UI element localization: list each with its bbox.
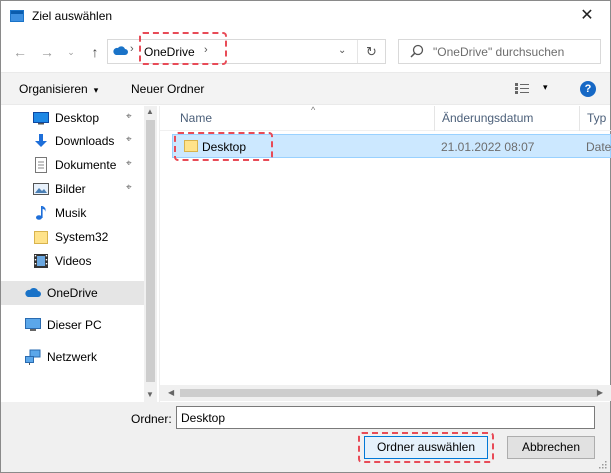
organize-button[interactable]: Organisieren ▾ xyxy=(19,82,98,96)
sidebar-item-label: OneDrive xyxy=(47,286,98,300)
search-icon xyxy=(410,44,424,58)
breadcrumb-separator[interactable]: › xyxy=(130,43,134,55)
organize-label: Organisieren xyxy=(19,82,88,96)
navigation-bar: ← → ⌄ ↑ › OneDrive › ⌄ ↻ xyxy=(1,32,610,72)
sidebar-item-label: Desktop xyxy=(55,111,100,125)
file-type: Datei xyxy=(586,140,611,154)
scroll-right-icon[interactable]: ▶ xyxy=(597,388,603,397)
search-input[interactable] xyxy=(433,43,598,61)
sidebar-item-netzwerk[interactable]: Netzwerk xyxy=(1,345,144,369)
sidebar-item-dieser-pc[interactable]: Dieser PC xyxy=(1,313,144,337)
forward-button[interactable]: → xyxy=(37,41,57,63)
navigation-pane: Desktop ⌖ Downloads ⌖ Dokumente ⌖ Bilder… xyxy=(1,106,158,402)
back-button[interactable]: ← xyxy=(10,41,30,63)
download-icon xyxy=(35,134,47,147)
up-button[interactable]: ↑ xyxy=(85,41,105,63)
sidebar-item-desktop[interactable]: Desktop ⌖ xyxy=(1,106,144,130)
sidebar-item-onedrive[interactable]: OneDrive xyxy=(1,281,144,305)
scroll-left-icon[interactable]: ◀ xyxy=(168,388,174,397)
pin-icon: ⌖ xyxy=(126,134,132,145)
sidebar-item-label: Dieser PC xyxy=(47,318,102,332)
scroll-thumb[interactable] xyxy=(146,120,155,382)
cloud-icon xyxy=(25,287,41,297)
sidebar-item-label: Musik xyxy=(55,206,87,220)
column-header-name[interactable]: Name ^ xyxy=(173,105,435,131)
sidebar-item-label: System32 xyxy=(55,230,109,244)
refresh-button[interactable]: ↻ xyxy=(357,40,385,63)
scroll-up-icon[interactable]: ▲ xyxy=(146,107,154,116)
address-dropdown-icon[interactable]: ⌄ xyxy=(338,45,346,56)
recent-locations-button[interactable]: ⌄ xyxy=(61,41,81,63)
cloud-icon xyxy=(113,46,128,55)
column-header-type[interactable]: Typ xyxy=(580,106,611,131)
document-icon xyxy=(35,157,47,173)
highlight-address xyxy=(139,32,227,65)
sidebar-item-system32[interactable]: System32 xyxy=(1,225,144,249)
close-button[interactable]: ✕ xyxy=(564,1,610,31)
folder-icon xyxy=(34,231,48,244)
chevron-down-icon: ▾ xyxy=(543,82,548,92)
column-header-date[interactable]: Änderungsdatum xyxy=(435,106,580,131)
sidebar-item-label: Videos xyxy=(55,254,92,268)
desktop-icon xyxy=(33,112,49,125)
video-icon xyxy=(34,254,48,268)
file-date: 21.01.2022 08:07 xyxy=(441,140,535,154)
dialog-footer: Ordner: Ordner auswählen Abbrechen xyxy=(1,402,610,472)
resize-grip-icon[interactable] xyxy=(597,459,607,469)
music-icon xyxy=(36,206,46,220)
picture-icon xyxy=(33,183,49,195)
folder-input[interactable] xyxy=(176,406,595,429)
highlight-select-button xyxy=(358,432,494,463)
help-button[interactable]: ? xyxy=(580,81,596,97)
horizontal-scrollbar[interactable]: ◀ ▶ xyxy=(160,385,611,401)
sidebar-item-bilder[interactable]: Bilder ⌖ xyxy=(1,177,144,201)
sidebar-item-downloads[interactable]: Downloads ⌖ xyxy=(1,129,144,153)
title-bar: Ziel auswählen ✕ xyxy=(1,1,610,32)
network-icon xyxy=(25,349,41,365)
pin-icon: ⌖ xyxy=(126,158,132,169)
sidebar-scrollbar[interactable]: ▲ ▼ xyxy=(144,106,157,402)
scroll-down-icon[interactable]: ▼ xyxy=(146,390,154,399)
command-bar: Organisieren ▾ Neuer Ordner ▾ ? xyxy=(1,72,610,105)
dialog-window: Ziel auswählen ✕ ← → ⌄ ↑ › OneDrive › ⌄ … xyxy=(0,0,611,473)
chevron-down-icon: ▾ xyxy=(93,85,99,95)
sidebar-item-label: Netzwerk xyxy=(47,350,98,364)
folder-field-label: Ordner: xyxy=(131,412,172,426)
sidebar-item-videos[interactable]: Videos xyxy=(1,249,144,273)
search-box[interactable] xyxy=(398,39,601,64)
pin-icon: ⌖ xyxy=(126,111,132,122)
sidebar-item-label: Downloads xyxy=(55,134,115,148)
scroll-thumb[interactable] xyxy=(180,389,598,397)
sort-ascending-icon: ^ xyxy=(311,105,316,115)
pin-icon: ⌖ xyxy=(126,182,132,193)
sidebar-item-label: Dokumente xyxy=(55,158,117,172)
computer-icon xyxy=(25,318,41,331)
view-options-button[interactable]: ▾ xyxy=(515,81,555,97)
sidebar-item-label: Bilder xyxy=(55,182,86,196)
sidebar-item-dokumente[interactable]: Dokumente ⌖ xyxy=(1,153,144,177)
column-headers: Name ^ Änderungsdatum Typ xyxy=(160,105,611,131)
sidebar-item-musik[interactable]: Musik xyxy=(1,201,144,225)
cancel-button[interactable]: Abbrechen xyxy=(507,436,595,459)
view-details-icon xyxy=(515,83,529,94)
highlight-folder xyxy=(174,132,273,161)
window-title: Ziel auswählen xyxy=(32,9,113,23)
column-header-label: Name xyxy=(180,111,213,125)
new-folder-button[interactable]: Neuer Ordner xyxy=(131,82,204,96)
window-app-icon xyxy=(10,10,24,22)
